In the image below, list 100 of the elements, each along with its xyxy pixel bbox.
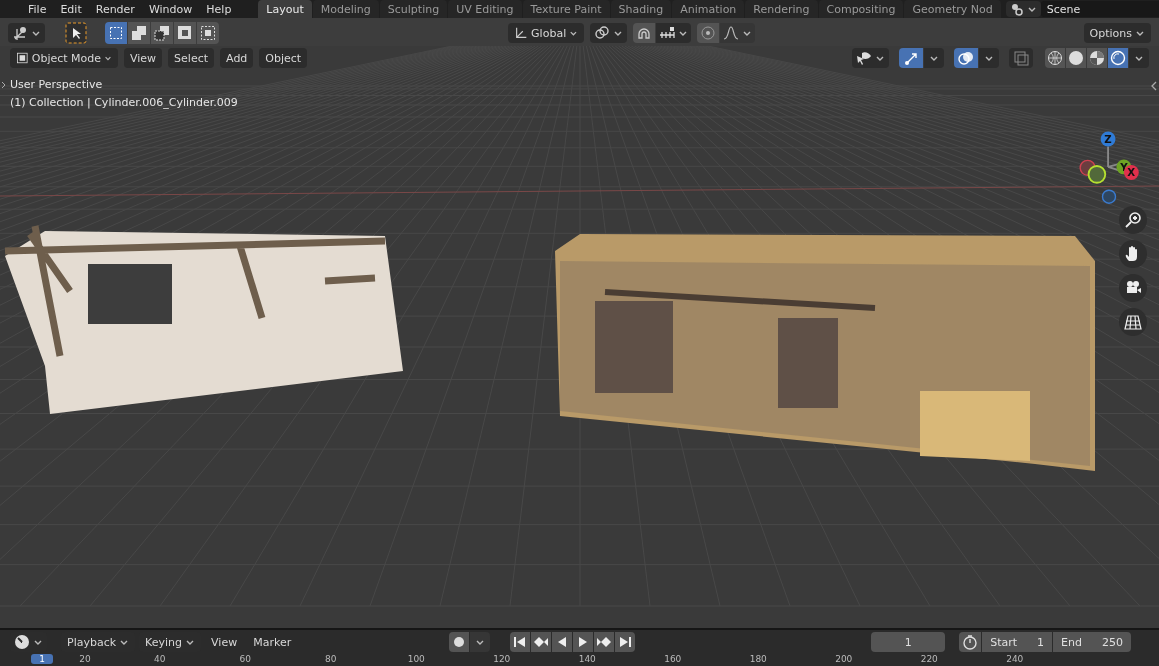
- ruler-label: 60: [238, 654, 252, 664]
- workspace-tab[interactable]: Sculpting: [379, 0, 448, 18]
- material-shading-icon: [1089, 50, 1105, 66]
- rendered-shading-icon: [1110, 50, 1126, 66]
- playback-button[interactable]: [594, 632, 615, 652]
- menu-item[interactable]: Render: [88, 2, 142, 16]
- axis-handle[interactable]: [1100, 131, 1116, 147]
- snap-button[interactable]: [633, 23, 655, 43]
- menu-button[interactable]: Marker: [247, 632, 298, 652]
- menu-item[interactable]: Help: [199, 2, 239, 16]
- viewport-toggle-button[interactable]: [954, 48, 978, 68]
- menu-button[interactable]: Object: [259, 48, 308, 68]
- viewport-toggle-button[interactable]: [1009, 48, 1033, 68]
- editor-type-button[interactable]: [8, 23, 45, 43]
- playback-button[interactable]: [531, 632, 552, 652]
- options-dropdown[interactable]: Options: [1083, 23, 1151, 43]
- current-frame-marker[interactable]: 1: [31, 654, 53, 664]
- menu-item[interactable]: Window: [141, 2, 200, 16]
- jump-end-icon: [617, 634, 634, 650]
- ruler-label: 20: [78, 654, 92, 664]
- expand-toolbar-icon[interactable]: [0, 80, 8, 90]
- end-frame-field[interactable]: End 250: [1053, 632, 1131, 652]
- workspace-tab[interactable]: Shading: [610, 0, 672, 18]
- selection-mode-button[interactable]: [105, 22, 127, 44]
- menu-item[interactable]: Edit: [53, 2, 89, 16]
- navigation-gizmo-drawing[interactable]: Z YX: [1069, 126, 1149, 206]
- eye-arrow-icon: [856, 50, 872, 66]
- orientation-icon: [514, 25, 529, 41]
- link-icon: [594, 25, 610, 41]
- workspace-tab[interactable]: Compositing: [818, 0, 904, 18]
- shading-mode-button[interactable]: [1045, 48, 1065, 68]
- selection-mode-button[interactable]: [197, 22, 219, 44]
- ruler-label: 140: [577, 654, 597, 664]
- ruler-label: 180: [748, 654, 768, 664]
- toggle-options-dropdown[interactable]: [979, 48, 999, 68]
- intersect-mode-icon: [200, 25, 216, 41]
- ruler-label: 200: [834, 654, 854, 664]
- difference-mode-icon: [177, 25, 193, 41]
- grid-icon[interactable]: [1124, 313, 1142, 331]
- ruler-label: 160: [663, 654, 683, 664]
- shading-mode-button[interactable]: [1066, 48, 1086, 68]
- workspace-tab[interactable]: Animation: [672, 0, 745, 18]
- menu-button[interactable]: Select: [168, 48, 215, 68]
- start-frame-field[interactable]: Start 1: [982, 632, 1053, 652]
- clock-icon: [14, 634, 30, 650]
- proportional-edit-button[interactable]: [697, 23, 719, 43]
- selection-mode-button[interactable]: [151, 22, 173, 44]
- expand-sidebar-icon[interactable]: [1149, 80, 1159, 92]
- proportional-icon: [700, 25, 716, 41]
- extend-mode-icon: [131, 25, 147, 41]
- workspace-tab[interactable]: Geometry Nod: [904, 0, 1001, 18]
- orientation-dropdown[interactable]: Global: [508, 23, 584, 43]
- playback-button[interactable]: [615, 632, 636, 652]
- selection-mode-button[interactable]: [128, 22, 150, 44]
- object-info: (1) Collection | Cylinder.006_Cylinder.009: [10, 95, 238, 111]
- scene-field[interactable]: Scene: [1040, 1, 1159, 17]
- menu-item[interactable]: File: [21, 2, 54, 16]
- workspace-tab[interactable]: UV Editing: [448, 0, 522, 18]
- menu-button[interactable]: Add: [220, 48, 254, 68]
- falloff-dropdown[interactable]: [720, 23, 755, 43]
- playback-button[interactable]: [552, 632, 573, 652]
- selection-mode-button[interactable]: [174, 22, 196, 44]
- select-tool-icon[interactable]: [65, 22, 87, 44]
- wireframe-shading-icon: [1047, 50, 1063, 66]
- field-label: Start: [990, 635, 1018, 649]
- field-label: End: [1061, 635, 1082, 649]
- shading-mode-button[interactable]: [1108, 48, 1128, 68]
- playback-button[interactable]: [510, 632, 531, 652]
- visibility-dropdown[interactable]: [852, 48, 889, 68]
- shading-options-dropdown[interactable]: [1129, 48, 1149, 68]
- axis-label: Y: [1120, 161, 1128, 173]
- magnet-icon: [636, 25, 652, 41]
- workspace-tab[interactable]: Layout: [258, 0, 312, 18]
- toggle-options-dropdown[interactable]: [924, 48, 944, 68]
- current-frame-field[interactable]: 1: [871, 632, 946, 652]
- ruler-label: 120: [492, 654, 512, 664]
- playback-button[interactable]: [573, 632, 594, 652]
- xray-icon: [1013, 50, 1029, 66]
- menu-button[interactable]: View: [205, 632, 244, 652]
- shading-mode-button[interactable]: [1087, 48, 1107, 68]
- scene-icon: [1009, 2, 1024, 16]
- workspace-tab[interactable]: Modeling: [312, 0, 379, 18]
- zoom-icon[interactable]: [1124, 211, 1142, 229]
- menu-button[interactable]: View: [124, 48, 163, 68]
- prev-keyframe-icon: [533, 634, 550, 650]
- preview-range-button[interactable]: [959, 632, 982, 652]
- field-value: 1: [1037, 635, 1045, 649]
- snap-target-dropdown[interactable]: [656, 23, 691, 43]
- axes-icon: [12, 25, 28, 41]
- workspace-tab[interactable]: Texture Paint: [522, 0, 610, 18]
- mode-dropdown[interactable]: Object Mode: [10, 48, 118, 68]
- scene-browse-button[interactable]: [1005, 1, 1041, 17]
- ruler-label: 100: [406, 654, 426, 664]
- increment-icon: [659, 25, 675, 41]
- viewport-toggle-button[interactable]: [899, 48, 923, 68]
- gizmo-icon: [903, 50, 919, 66]
- record-button[interactable]: [449, 632, 470, 652]
- pivot-dropdown[interactable]: [590, 23, 627, 43]
- workspace-tab[interactable]: Rendering: [745, 0, 818, 18]
- next-keyframe-icon: [596, 634, 613, 650]
